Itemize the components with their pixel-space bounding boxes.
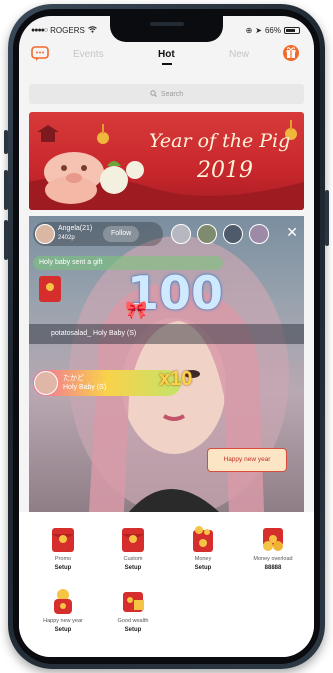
volume-down-button <box>4 220 8 260</box>
banner-illustration <box>29 120 304 210</box>
volume-up-button <box>4 170 8 210</box>
host-avatar <box>35 224 55 244</box>
gift-item-money-overload[interactable]: Money overload 88888 <box>243 524 303 571</box>
chat-bubble-icon[interactable] <box>31 46 49 62</box>
money-bag-icon <box>193 526 213 552</box>
host-info[interactable]: Angela(21) 2402p Follow <box>33 222 163 246</box>
viewer-message: potatosalad_ Holy Baby (S) <box>29 324 304 344</box>
close-icon[interactable]: ✕ <box>286 224 298 241</box>
location-icon: ➤ <box>255 26 262 35</box>
gold-coins-icon <box>263 528 283 551</box>
search-icon <box>150 89 157 99</box>
banner-year: 2019 <box>197 158 253 183</box>
red-packet-icon[interactable] <box>39 276 61 302</box>
promo-banner[interactable]: Year of the Pig 2019 <box>29 112 304 210</box>
host-count: 2402p <box>58 235 75 241</box>
gift-item-custom[interactable]: Custom Setup <box>103 524 163 571</box>
wifi-icon <box>88 26 97 35</box>
sender-avatar <box>34 371 58 395</box>
gift-item-money[interactable]: Money Setup <box>173 524 233 571</box>
gift-name: Holy Baby (S) <box>63 384 107 391</box>
carrier-name: ROGERS <box>50 26 85 35</box>
gift-item-happy-new-year[interactable]: Happy new year Setup <box>33 586 93 633</box>
treasure-chest-icon <box>123 592 144 612</box>
follow-button[interactable]: Follow <box>103 226 140 242</box>
search-bar[interactable]: Search <box>29 84 304 104</box>
search-placeholder: Search <box>160 90 184 98</box>
gift-item-good-wealth[interactable]: Good wealth Setup <box>103 586 163 633</box>
new-year-card: Happy new year <box>207 448 287 472</box>
viewer-avatar[interactable] <box>197 224 217 244</box>
banner-title: Year of the Pig <box>149 130 291 152</box>
battery-percent: 66% <box>264 26 281 35</box>
viewer-avatar[interactable] <box>171 224 191 244</box>
tab-new[interactable]: New <box>229 49 249 60</box>
power-button <box>325 190 329 246</box>
red-envelope-icon <box>52 528 74 552</box>
fortune-god-icon <box>54 589 72 614</box>
app-screen: ●●●●○ ROGERS ⊕ ➤ 66% Events Hot New Sear… <box>19 16 314 657</box>
live-stream-card[interactable]: Angela(21) 2402p Follow ✕ Holy baby sent… <box>29 216 304 512</box>
signal-icon: ●●●●○ <box>31 27 48 34</box>
red-envelope-icon <box>122 528 144 552</box>
viewer-avatar[interactable] <box>249 224 269 244</box>
active-tab-indicator <box>162 63 172 65</box>
sender-name: たかど <box>63 375 84 382</box>
gift-item-promo[interactable]: Promo Setup <box>33 524 93 571</box>
viewer-avatar[interactable] <box>223 224 243 244</box>
top-nav: Events Hot New <box>19 38 314 72</box>
mute-switch <box>4 130 8 154</box>
notch <box>110 16 223 42</box>
lock-rotation-icon: ⊕ <box>245 26 253 35</box>
bow-icon: 🎀 <box>125 300 148 320</box>
tab-hot[interactable]: Hot <box>158 49 175 60</box>
battery-icon <box>284 27 300 34</box>
gift-panel: Promo Setup Custom Setup Money Setup Mon… <box>19 512 314 657</box>
gift-multiplier: x10 <box>159 368 193 390</box>
host-name: Angela(21) <box>58 225 93 232</box>
gift-icon[interactable] <box>282 44 300 62</box>
tab-events[interactable]: Events <box>73 49 104 60</box>
